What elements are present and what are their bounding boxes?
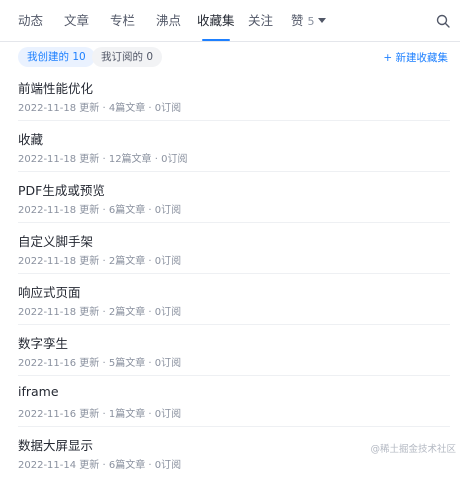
tab-label: 文章 <box>64 13 90 28</box>
list-item[interactable]: iframe 2022-11-16 更新 · 1篇文章 · 0订阅 <box>18 376 450 427</box>
collection-title: 前端性能优化 <box>18 81 94 96</box>
collection-title: 响应式页面 <box>18 285 81 300</box>
tab-columns[interactable]: 专栏 <box>110 0 135 42</box>
collection-title: 自定义脚手架 <box>18 234 94 249</box>
tab-label: 赞 <box>291 13 304 28</box>
tab-articles[interactable]: 文章 <box>64 0 89 42</box>
list-item[interactable]: PDF生成或预览 2022-11-18 更新 · 6篇文章 · 0订阅 <box>18 172 450 223</box>
list-item[interactable]: 前端性能优化 2022-11-18 更新 · 4篇文章 · 0订阅 <box>18 70 450 121</box>
collection-meta: 2022-11-18 更新 · 12篇文章 · 0订阅 <box>18 154 188 165</box>
collection-title: 收藏 <box>18 132 44 147</box>
tab-likes[interactable]: 赞5 <box>291 0 326 42</box>
collection-title: PDF生成或预览 <box>18 183 105 198</box>
collection-list: 前端性能优化 2022-11-18 更新 · 4篇文章 · 0订阅 收藏 202… <box>18 70 450 477</box>
collection-title: iframe <box>18 384 59 399</box>
tab-label: 动态 <box>18 13 44 28</box>
profile-tabs: 动态 文章 专栏 沸点 收藏集 关注 赞5 <box>0 0 460 42</box>
list-item[interactable]: 自定义脚手架 2022-11-18 更新 · 2篇文章 · 0订阅 <box>18 223 450 274</box>
collection-title: 数据大屏显示 <box>18 438 94 453</box>
chevron-down-icon <box>317 18 326 23</box>
collection-meta: 2022-11-16 更新 · 1篇文章 · 0订阅 <box>18 409 182 420</box>
filter-subscribed[interactable]: 我订阅的 0 <box>92 47 163 67</box>
tab-pins[interactable]: 沸点 <box>156 0 181 42</box>
tab-label: 沸点 <box>156 13 182 28</box>
tab-label: 专栏 <box>110 13 136 28</box>
tab-collections[interactable]: 收藏集 <box>197 0 235 42</box>
tab-activity[interactable]: 动态 <box>18 0 43 42</box>
tab-label: 收藏集 <box>197 13 235 28</box>
likes-count: 5 <box>307 15 315 28</box>
search-icon[interactable] <box>436 14 450 28</box>
watermark: @稀土掘金技术社区 <box>370 444 456 455</box>
collection-title: 数字孪生 <box>18 336 69 351</box>
active-tab-indicator <box>202 39 230 41</box>
collection-meta: 2022-11-18 更新 · 2篇文章 · 0订阅 <box>18 307 182 318</box>
filter-created[interactable]: 我创建的 10 <box>18 47 95 67</box>
collection-meta: 2022-11-18 更新 · 2篇文章 · 0订阅 <box>18 256 182 267</box>
list-item[interactable]: 响应式页面 2022-11-18 更新 · 2篇文章 · 0订阅 <box>18 274 450 325</box>
collection-meta: 2022-11-18 更新 · 6篇文章 · 0订阅 <box>18 205 182 216</box>
new-collection-button[interactable]: + 新建收藏集 <box>383 50 448 65</box>
list-item[interactable]: 收藏 2022-11-18 更新 · 12篇文章 · 0订阅 <box>18 121 450 172</box>
collection-meta: 2022-11-18 更新 · 4篇文章 · 0订阅 <box>18 103 182 114</box>
list-item[interactable]: 数字孪生 2022-11-16 更新 · 5篇文章 · 0订阅 <box>18 325 450 376</box>
collection-meta: 2022-11-16 更新 · 5篇文章 · 0订阅 <box>18 358 182 369</box>
collection-meta: 2022-11-14 更新 · 6篇文章 · 0订阅 <box>18 460 182 471</box>
tab-following[interactable]: 关注 <box>248 0 273 42</box>
tab-label: 关注 <box>248 13 274 28</box>
